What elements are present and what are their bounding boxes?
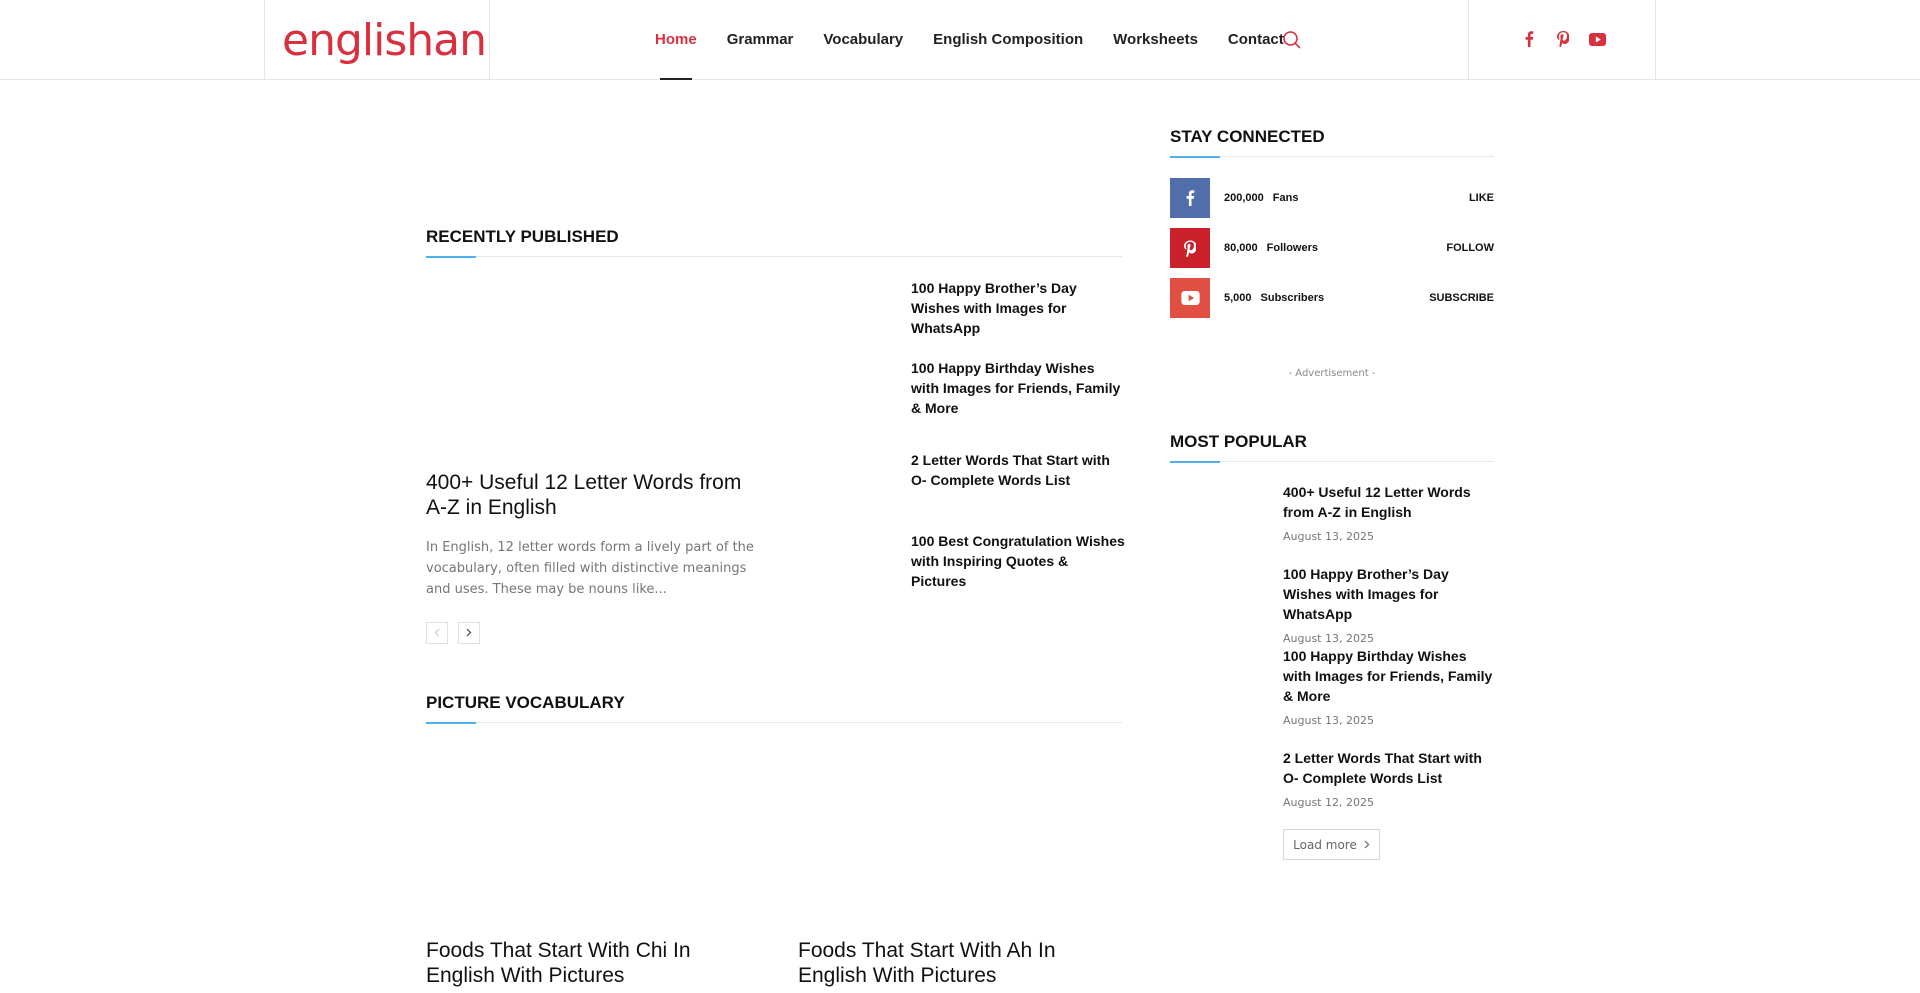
nav-contact[interactable]: Contact — [1228, 0, 1284, 79]
chevron-left-icon — [434, 626, 440, 640]
search-icon[interactable] — [1282, 30, 1302, 50]
facebook-icon — [1170, 178, 1210, 218]
social-label: Followers — [1266, 242, 1318, 254]
social-counter-pinterest[interactable]: 80,000 Followers FOLLOW — [1170, 228, 1494, 268]
advertisement-label: - Advertisement - — [1288, 368, 1376, 379]
main-nav: Home Grammar Vocabulary English Composit… — [655, 0, 1314, 80]
popular-post: 100 Happy Brother’s Day Wishes with Imag… — [1283, 564, 1498, 645]
prev-page-button[interactable] — [426, 622, 448, 644]
site-logo[interactable]: englishan — [282, 14, 487, 66]
popular-post: 400+ Useful 12 Letter Words from A-Z in … — [1283, 482, 1498, 543]
popular-post-title[interactable]: 100 Happy Birthday Wishes with Images fo… — [1283, 646, 1498, 706]
side-post-title[interactable]: 100 Happy Brother’s Day Wishes with Imag… — [911, 278, 1126, 338]
heading-divider — [426, 256, 1122, 257]
heading-divider — [426, 722, 1122, 723]
social-count: 200,000 — [1224, 192, 1264, 204]
youtube-icon[interactable] — [1580, 22, 1614, 56]
popular-post-date: August 13, 2025 — [1283, 714, 1374, 727]
popular-post-title[interactable]: 2 Letter Words That Start with O- Comple… — [1283, 748, 1498, 788]
subscribe-button[interactable]: SUBSCRIBE — [1429, 292, 1494, 304]
side-post-title[interactable]: 100 Happy Birthday Wishes with Images fo… — [911, 358, 1126, 418]
heading-accent — [1170, 461, 1220, 463]
popular-post-date: August 13, 2025 — [1283, 530, 1374, 543]
site-header: englishan Home Grammar Vocabulary Englis… — [0, 0, 1920, 80]
like-button[interactable]: LIKE — [1469, 192, 1494, 204]
side-post-title[interactable]: 2 Letter Words That Start with O- Comple… — [911, 450, 1126, 490]
social-count: 80,000 — [1224, 242, 1258, 254]
header-divider — [489, 0, 490, 79]
header-divider — [1655, 0, 1656, 79]
popular-post-date: August 12, 2025 — [1283, 796, 1374, 809]
heading-accent — [426, 722, 476, 724]
social-counter-youtube[interactable]: 5,000 Subscribers SUBSCRIBE — [1170, 278, 1494, 318]
nav-vocabulary[interactable]: Vocabulary — [823, 0, 903, 79]
featured-post-excerpt: In English, 12 letter words form a livel… — [426, 540, 754, 597]
picture-vocab-post-title[interactable]: Foods That Start With Ah In English With… — [798, 938, 1128, 988]
pinterest-icon[interactable] — [1546, 22, 1580, 56]
social-count: 5,000 — [1224, 292, 1252, 304]
logo-text: englishan — [282, 14, 487, 66]
social-counter-facebook[interactable]: 200,000 Fans LIKE — [1170, 178, 1494, 218]
popular-post: 100 Happy Birthday Wishes with Images fo… — [1283, 646, 1498, 727]
header-social-links — [1512, 22, 1614, 56]
social-label: Subscribers — [1260, 292, 1325, 304]
stay-connected-heading: STAY CONNECTED — [1170, 127, 1325, 146]
recently-published-heading: RECENTLY PUBLISHED — [426, 227, 619, 246]
nav-english-composition[interactable]: English Composition — [933, 0, 1083, 79]
heading-accent — [1170, 156, 1220, 158]
load-more-label: Load more — [1293, 837, 1357, 852]
popular-post-date: August 13, 2025 — [1283, 632, 1374, 645]
nav-home[interactable]: Home — [655, 0, 697, 80]
header-divider — [264, 0, 265, 79]
featured-post-title[interactable]: 400+ Useful 12 Letter Words from A-Z in … — [426, 470, 756, 520]
facebook-icon[interactable] — [1512, 22, 1546, 56]
follow-button[interactable]: FOLLOW — [1446, 242, 1494, 254]
pinterest-icon — [1170, 228, 1210, 268]
popular-post-title[interactable]: 400+ Useful 12 Letter Words from A-Z in … — [1283, 482, 1498, 522]
load-more-button[interactable]: Load more — [1283, 829, 1380, 860]
chevron-right-icon — [1364, 840, 1370, 849]
nav-worksheets[interactable]: Worksheets — [1113, 0, 1198, 79]
chevron-right-icon — [466, 626, 472, 640]
next-page-button[interactable] — [458, 622, 480, 644]
nav-grammar[interactable]: Grammar — [727, 0, 794, 79]
header-divider — [1468, 0, 1469, 79]
side-post-title[interactable]: 100 Best Congratulation Wishes with Insp… — [911, 531, 1126, 591]
youtube-icon — [1170, 278, 1210, 318]
popular-post-title[interactable]: 100 Happy Brother’s Day Wishes with Imag… — [1283, 564, 1498, 624]
social-label: Fans — [1272, 192, 1299, 204]
popular-post: 2 Letter Words That Start with O- Comple… — [1283, 748, 1498, 809]
most-popular-heading: MOST POPULAR — [1170, 432, 1307, 451]
heading-accent — [426, 256, 476, 258]
picture-vocabulary-heading: PICTURE VOCABULARY — [426, 693, 625, 712]
picture-vocab-post-title[interactable]: Foods That Start With Chi In English Wit… — [426, 938, 756, 988]
